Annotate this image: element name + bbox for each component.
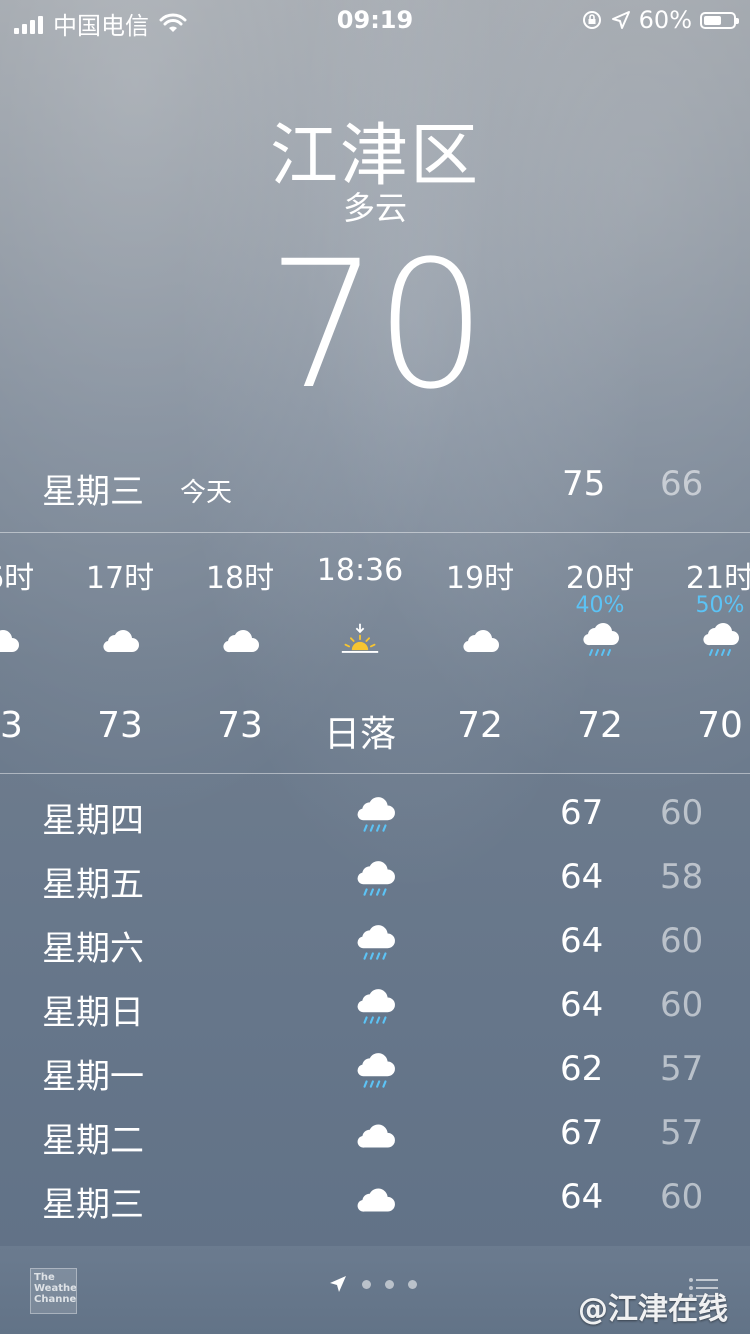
hourly-item: 18:36 日落 <box>300 533 420 773</box>
hourly-item: 18时 73 <box>180 533 300 773</box>
daily-row: 星期二 67 57 <box>0 1105 750 1169</box>
cloud-icon <box>460 621 500 661</box>
day-high-temp: 62 <box>560 1049 604 1089</box>
day-name: 星期四 <box>42 801 144 841</box>
rain-cloud-icon <box>354 859 396 903</box>
day-high-temp: 64 <box>560 1177 604 1217</box>
day-high-temp: 67 <box>560 1113 604 1153</box>
today-row: 星期三 今天 75 66 <box>0 460 750 518</box>
status-right: 60% <box>581 6 739 34</box>
daily-row: 星期一 62 57 <box>0 1041 750 1105</box>
hour-time: 17时 <box>85 561 155 596</box>
hour-time: 18时 <box>205 561 275 596</box>
day-high-temp: 64 <box>560 985 604 1025</box>
day-low-temp: 58 <box>660 857 704 897</box>
cloud-icon <box>0 621 20 661</box>
weather-channel-logo[interactable]: The Weather Channel <box>30 1268 77 1314</box>
rain-cloud-icon <box>354 923 396 967</box>
cloud-icon <box>220 621 260 661</box>
hour-precip-chance: 40% <box>575 593 625 618</box>
hour-temp: 73 <box>97 705 143 746</box>
day-name: 星期五 <box>42 865 144 905</box>
today-high-temp: 75 <box>562 464 606 504</box>
page-dot <box>362 1279 371 1289</box>
page-indicator[interactable] <box>328 1274 417 1294</box>
hour-temp: 73 <box>0 705 23 746</box>
day-low-temp: 60 <box>660 985 704 1025</box>
hourly-item: 21时 50% 70 <box>660 533 750 773</box>
hourly-item: 16时 73 <box>0 533 60 773</box>
sunset-icon <box>340 621 380 661</box>
location-arrow-icon <box>611 11 630 29</box>
day-name: 星期三 <box>42 1185 144 1225</box>
hourly-item: 17时 73 <box>60 533 180 773</box>
rain-cloud-icon <box>700 621 740 661</box>
rain-cloud-icon <box>354 795 396 839</box>
day-low-temp: 60 <box>660 793 704 833</box>
day-high-temp: 64 <box>560 921 604 961</box>
day-low-temp: 57 <box>660 1113 704 1153</box>
location-arrow-icon <box>330 1276 346 1292</box>
cloud-icon <box>354 1179 396 1223</box>
day-low-temp: 60 <box>660 921 704 961</box>
daily-row: 星期日 64 60 <box>0 977 750 1041</box>
today-day: 星期三 <box>42 472 144 512</box>
hour-temp: 73 <box>217 705 263 746</box>
current-temperature: 70 <box>267 223 487 428</box>
rain-cloud-icon <box>354 987 396 1031</box>
hour-temp: 70 <box>697 705 743 746</box>
daily-row: 星期四 67 60 <box>0 785 750 849</box>
page-dot <box>385 1279 394 1289</box>
status-bar: 中国电信 09:19 60% <box>0 0 750 40</box>
battery-icon <box>700 11 739 29</box>
battery-fill <box>704 15 721 25</box>
rain-cloud-icon <box>354 1051 396 1095</box>
hourly-item: 20时 40% 72 <box>540 533 660 773</box>
day-name: 星期二 <box>42 1121 144 1161</box>
day-high-temp: 67 <box>560 793 604 833</box>
day-name: 星期日 <box>42 993 144 1033</box>
day-high-temp: 64 <box>560 857 604 897</box>
hourly-item: 19时 72 <box>420 533 540 773</box>
rain-cloud-icon <box>580 621 620 661</box>
hour-time: 18:36 <box>316 553 404 588</box>
daily-row: 星期五 64 58 <box>0 849 750 913</box>
day-name: 星期六 <box>42 929 144 969</box>
today-label: 今天 <box>180 478 233 508</box>
hour-temp: 72 <box>457 705 503 746</box>
hour-precip-chance: 50% <box>695 593 745 618</box>
daily-row: 星期三 64 60 <box>0 1169 750 1233</box>
hour-time: 20时 <box>565 561 635 596</box>
cloud-icon <box>354 1115 396 1159</box>
battery-percent: 60% <box>638 6 692 34</box>
hour-time: 19时 <box>445 561 515 596</box>
page-dot <box>408 1279 417 1289</box>
divider-bottom <box>0 773 750 774</box>
watermark-text: @江津在线 <box>578 1292 728 1327</box>
hourly-forecast[interactable]: 16时 73 17时 73 18时 73 18:36 日落 19时 72 20时40% 72 21时50… <box>0 533 750 773</box>
today-low-temp: 66 <box>660 464 704 504</box>
cloud-icon <box>100 621 140 661</box>
daily-row: 星期六 64 60 <box>0 913 750 977</box>
hour-time: 21时 <box>685 561 750 596</box>
orientation-lock-icon <box>582 11 601 29</box>
hour-temp: 日落 <box>323 714 396 755</box>
hour-time: 16时 <box>0 561 35 596</box>
day-name: 星期一 <box>42 1057 144 1097</box>
day-low-temp: 57 <box>660 1049 704 1089</box>
day-low-temp: 60 <box>660 1177 704 1217</box>
hour-temp: 72 <box>577 705 623 746</box>
